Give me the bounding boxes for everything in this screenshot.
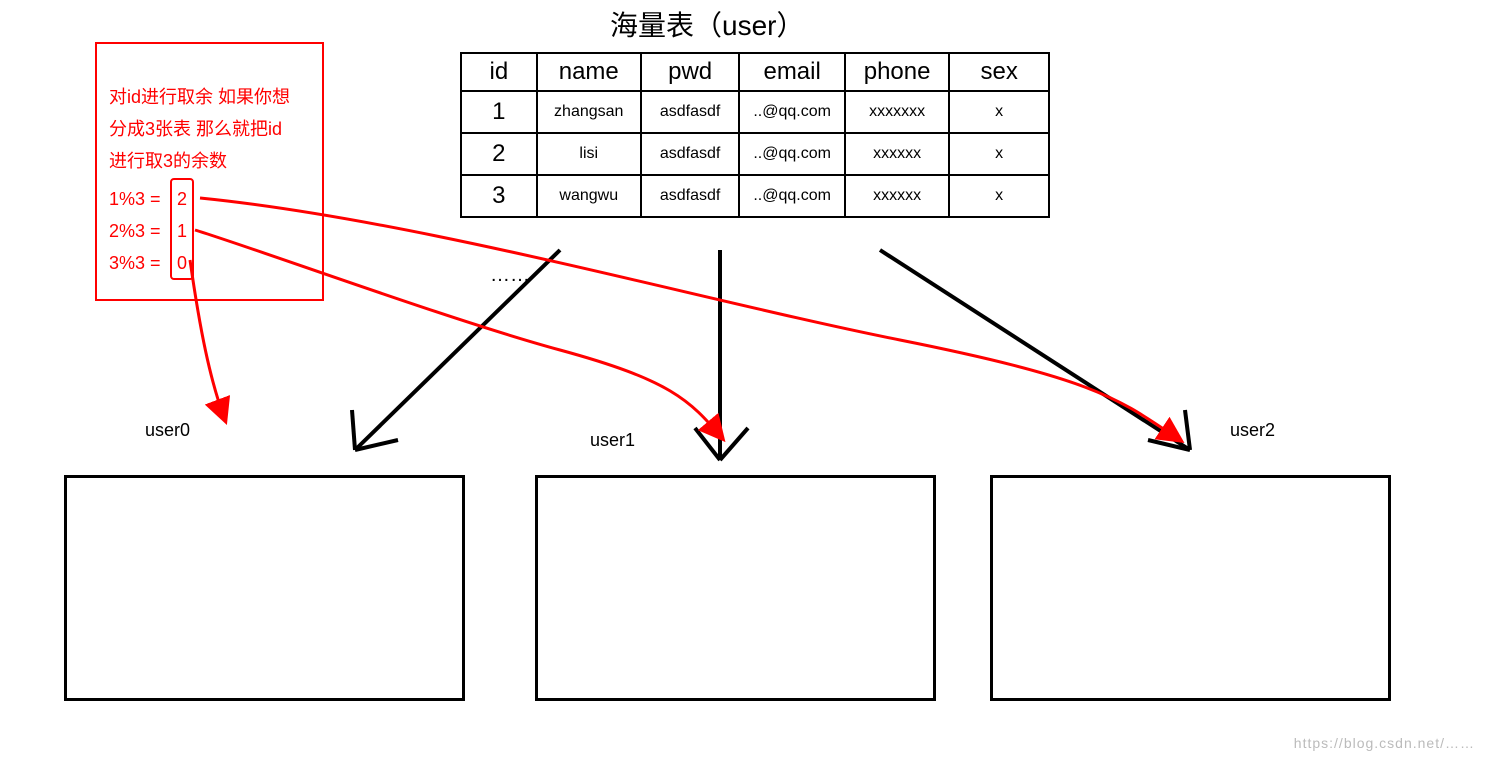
cell-email: ..@qq.com	[739, 91, 845, 133]
col-name: name	[537, 53, 641, 91]
arrow-black-to-user1	[695, 250, 748, 460]
cell-phone: xxxxxxx	[845, 91, 949, 133]
cell-sex: x	[949, 133, 1049, 175]
modulo-calc-2-left: 2%3 =	[109, 216, 161, 247]
modulo-text-line3: 进行取3的余数	[109, 146, 227, 177]
modulo-result-highlight	[170, 178, 194, 280]
cell-email: ..@qq.com	[739, 133, 845, 175]
col-pwd: pwd	[641, 53, 740, 91]
cell-phone: xxxxxx	[845, 175, 949, 217]
subtable-user0	[64, 475, 465, 701]
label-user1: user1	[590, 430, 635, 451]
col-sex: sex	[949, 53, 1049, 91]
arrow-red-2-to-user2	[200, 198, 1180, 440]
label-user0: user0	[145, 420, 190, 441]
diagram-title: 海量表（user）	[610, 4, 804, 44]
col-id: id	[461, 53, 537, 91]
user-table: id name pwd email phone sex 1 zhangsan a…	[460, 52, 1050, 218]
subtable-user2	[990, 475, 1391, 701]
table-row: 2 lisi asdfasdf ..@qq.com xxxxxx x	[461, 133, 1049, 175]
col-phone: phone	[845, 53, 949, 91]
cell-sex: x	[949, 175, 1049, 217]
watermark: https://blog.csdn.net/……	[1294, 735, 1475, 751]
arrow-black-to-user2	[880, 250, 1190, 450]
subtable-user1	[535, 475, 936, 701]
cell-name: zhangsan	[537, 91, 641, 133]
label-user2: user2	[1230, 420, 1275, 441]
cell-pwd: asdfasdf	[641, 175, 740, 217]
modulo-calc-1-left: 1%3 =	[109, 184, 161, 215]
cell-id: 2	[461, 133, 537, 175]
cell-name: lisi	[537, 133, 641, 175]
table-row: 3 wangwu asdfasdf ..@qq.com xxxxxx x	[461, 175, 1049, 217]
cell-email: ..@qq.com	[739, 175, 845, 217]
cell-pwd: asdfasdf	[641, 91, 740, 133]
ellipsis: ……	[490, 264, 530, 287]
table-row: 1 zhangsan asdfasdf ..@qq.com xxxxxxx x	[461, 91, 1049, 133]
modulo-calc-3-left: 3%3 =	[109, 248, 161, 279]
cell-name: wangwu	[537, 175, 641, 217]
modulo-text-line1: 对id进行取余 如果你想	[109, 82, 290, 113]
modulo-text-line2: 分成3张表 那么就把id	[109, 114, 282, 145]
table-header-row: id name pwd email phone sex	[461, 53, 1049, 91]
cell-id: 3	[461, 175, 537, 217]
modulo-box: 对id进行取余 如果你想 分成3张表 那么就把id 进行取3的余数 1%3 = …	[95, 42, 324, 301]
cell-pwd: asdfasdf	[641, 133, 740, 175]
cell-sex: x	[949, 91, 1049, 133]
col-email: email	[739, 53, 845, 91]
cell-phone: xxxxxx	[845, 133, 949, 175]
cell-id: 1	[461, 91, 537, 133]
